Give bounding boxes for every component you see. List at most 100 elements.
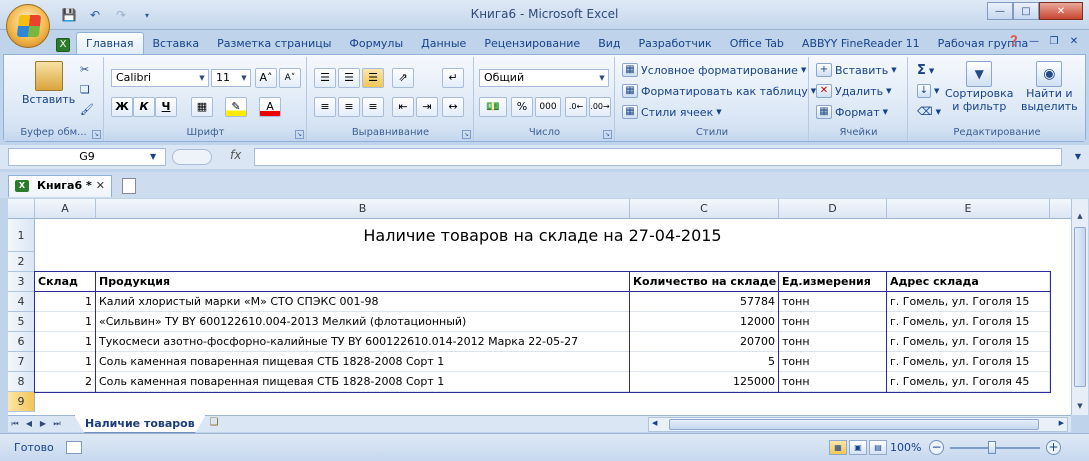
fill-icon[interactable]: ↓ ▼	[917, 84, 939, 98]
borders-icon[interactable]: ▦	[191, 97, 213, 117]
tab-page-layout[interactable]: Разметка страницы	[208, 34, 340, 54]
paste-button[interactable]: Вставить	[22, 61, 75, 106]
workbook-tab[interactable]: X Книга6 * ✕	[8, 175, 112, 197]
italic-button[interactable]: К	[133, 97, 155, 117]
minimize-button[interactable]: —	[987, 2, 1013, 20]
table-cell[interactable]: г. Гомель, ул. Гоголя 15	[887, 352, 1050, 372]
delete-cells-button[interactable]: ✕ Удалить ▼	[816, 84, 892, 98]
select-all-corner[interactable]	[8, 199, 35, 219]
close-tab-icon[interactable]: ✕	[96, 176, 105, 196]
copy-icon[interactable]: ❏	[80, 83, 90, 96]
insert-function-icon[interactable]: fx	[230, 148, 250, 162]
prev-sheet-icon[interactable]: ◀	[22, 416, 36, 432]
insert-sheet-icon[interactable]: ❏	[206, 417, 222, 431]
bold-button[interactable]: Ж	[111, 97, 133, 117]
tab-abbyy[interactable]: ABBYY FineReader 11	[793, 34, 929, 54]
number-launcher-icon[interactable]: ↘	[603, 130, 612, 139]
tab-formulas[interactable]: Формулы	[340, 34, 412, 54]
zoom-level[interactable]: 100%	[890, 441, 921, 454]
table-cell[interactable]: тонн	[779, 352, 887, 372]
header-cell[interactable]: Адрес склада	[887, 272, 1050, 292]
row-header[interactable]: 7	[8, 352, 35, 372]
row-header[interactable]: 6	[8, 332, 35, 352]
table-cell[interactable]: 2	[35, 372, 96, 392]
maximize-button[interactable]: □	[1013, 2, 1039, 20]
column-header[interactable]: B	[96, 199, 630, 219]
table-cell[interactable]: тонн	[779, 312, 887, 332]
number-format-combo[interactable]: Общий ▼	[479, 69, 609, 87]
table-cell[interactable]: тонн	[779, 332, 887, 352]
increase-indent-icon[interactable]: ⇥	[416, 97, 438, 117]
column-header-extra[interactable]	[1050, 199, 1071, 219]
header-cell[interactable]: Склад	[35, 272, 96, 292]
zoom-out-icon[interactable]: −	[929, 440, 944, 455]
office-button[interactable]	[6, 4, 50, 48]
merge-center-icon[interactable]: ↔	[442, 97, 464, 117]
normal-view-icon[interactable]: ▦	[829, 440, 847, 455]
horizontal-scrollbar[interactable]: ◀ ▶	[648, 417, 1068, 432]
row-header[interactable]: 1	[8, 219, 35, 252]
page-layout-view-icon[interactable]: ▣	[849, 440, 867, 455]
format-painter-icon[interactable]: 🖌	[80, 103, 94, 116]
tab-review[interactable]: Рецензирование	[475, 34, 589, 54]
next-sheet-icon[interactable]: ▶	[36, 416, 50, 432]
horizontal-scroll-thumb[interactable]	[669, 419, 1039, 430]
row-header[interactable]: 8	[8, 372, 35, 392]
table-cell[interactable]: тонн	[779, 292, 887, 312]
new-document-icon[interactable]	[122, 178, 136, 194]
table-cell[interactable]: «Сильвин» ТУ BY 600122610.004-2013 Мелки…	[96, 312, 630, 332]
font-color-icon[interactable]: A	[259, 97, 281, 117]
sort-filter-button[interactable]: ▼ Сортировка и фильтр	[945, 61, 1014, 113]
table-cell[interactable]: Калий хлористый марки «М» СТО СПЭКС 001-…	[96, 292, 630, 312]
font-launcher-icon[interactable]: ↘	[295, 130, 304, 139]
underline-button[interactable]: Ч	[155, 97, 177, 117]
decrease-indent-icon[interactable]: ⇤	[392, 97, 414, 117]
tab-insert[interactable]: Вставка	[144, 34, 209, 54]
formula-bar-handle[interactable]	[172, 149, 212, 165]
formula-input[interactable]	[254, 148, 1062, 166]
page-break-view-icon[interactable]: ▤	[869, 440, 887, 455]
zoom-in-icon[interactable]: +	[1046, 440, 1061, 455]
find-select-button[interactable]: ◉ Найти и выделить	[1021, 61, 1078, 113]
align-top-icon[interactable]: ☰	[314, 68, 336, 88]
table-cell[interactable]: Соль каменная поваренная пищевая СТБ 182…	[96, 352, 630, 372]
scroll-down-icon[interactable]: ▼	[1073, 399, 1087, 413]
tab-view[interactable]: Вид	[589, 34, 629, 54]
cut-icon[interactable]: ✂	[80, 63, 89, 76]
tab-data[interactable]: Данные	[412, 34, 475, 54]
header-cell[interactable]: Продукция	[96, 272, 630, 292]
shrink-font-button[interactable]: A˅	[279, 68, 301, 88]
wrap-text-icon[interactable]: ↵	[442, 68, 464, 88]
header-cell[interactable]: Ед.измерения	[779, 272, 887, 292]
table-cell[interactable]: 125000	[630, 372, 779, 392]
macro-record-icon[interactable]	[66, 441, 82, 454]
format-as-table-button[interactable]: ▦ Форматировать как таблицу ▼	[622, 84, 816, 98]
help-icon[interactable]: ❓	[1007, 34, 1021, 48]
table-cell[interactable]: г. Гомель, ул. Гоголя 15	[887, 312, 1050, 332]
close-workbook-icon[interactable]: ✕	[1067, 34, 1081, 48]
table-cell[interactable]: 1	[35, 352, 96, 372]
row-header-selected[interactable]: 9	[8, 392, 35, 412]
alignment-launcher-icon[interactable]: ↘	[462, 130, 471, 139]
spreadsheet-grid[interactable]: A B C D E 1 2 3 4 5 6 7 8 9 Наличие това…	[8, 199, 1071, 415]
minimize-ribbon-icon[interactable]: —	[1027, 34, 1041, 48]
last-sheet-icon[interactable]: ⏭	[50, 416, 64, 432]
decrease-decimal-icon[interactable]: .00→	[589, 97, 611, 117]
column-header[interactable]: A	[35, 199, 96, 219]
align-middle-icon[interactable]: ☰	[338, 68, 360, 88]
column-header[interactable]: D	[779, 199, 887, 219]
table-cell[interactable]: тонн	[779, 372, 887, 392]
name-box[interactable]: G9	[8, 148, 166, 166]
row-header[interactable]: 3	[8, 272, 35, 292]
close-button[interactable]: ✕	[1039, 2, 1083, 20]
restore-icon[interactable]: ❐	[1047, 34, 1061, 48]
table-cell[interactable]: 1	[35, 332, 96, 352]
row-header[interactable]: 4	[8, 292, 35, 312]
row-header[interactable]: 2	[8, 252, 35, 272]
tab-home[interactable]: Главная	[76, 32, 144, 54]
table-cell[interactable]: 1	[35, 312, 96, 332]
zoom-slider-thumb[interactable]	[988, 441, 996, 454]
sheet-tab-active[interactable]: Наличие товаров	[74, 415, 206, 433]
increase-decimal-icon[interactable]: .0←	[565, 97, 587, 117]
cell-styles-button[interactable]: ▦ Стили ячеек ▼	[622, 105, 722, 119]
